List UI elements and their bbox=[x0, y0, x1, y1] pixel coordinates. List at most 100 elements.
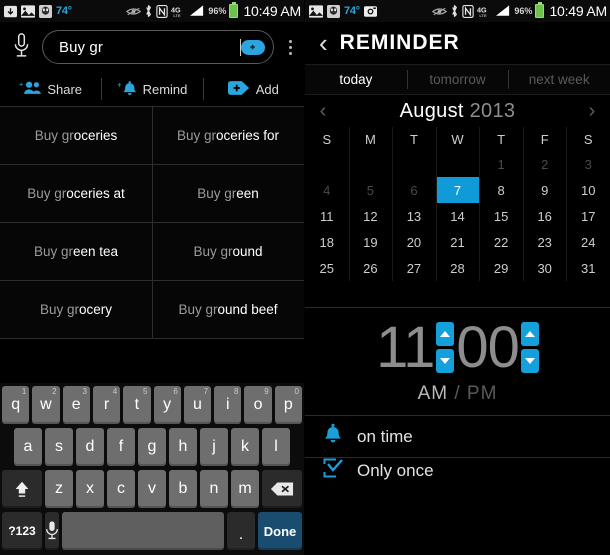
calendar-day[interactable]: 12 bbox=[348, 203, 393, 229]
calendar-day[interactable]: 4 bbox=[305, 177, 349, 203]
keyboard-mic-key[interactable] bbox=[45, 512, 59, 550]
symbols-key[interactable]: ?123 bbox=[2, 512, 42, 550]
calendar-day[interactable]: 27 bbox=[392, 255, 436, 281]
calendar-day[interactable]: 10 bbox=[566, 177, 610, 203]
next-month-icon[interactable]: › bbox=[584, 100, 600, 123]
calendar-day[interactable]: 25 bbox=[305, 255, 349, 281]
suggestion-prefix: Buy gr bbox=[33, 244, 73, 259]
suggestion-item[interactable]: Buy green tea bbox=[0, 223, 152, 280]
minute-decrement-icon[interactable] bbox=[520, 349, 539, 373]
calendar-day[interactable]: 29 bbox=[479, 255, 523, 281]
suggestion-item[interactable]: Buy groceries at bbox=[0, 165, 152, 222]
calendar-day[interactable]: 22 bbox=[479, 229, 523, 255]
suggestion-item[interactable]: Buy green bbox=[152, 165, 304, 222]
done-key[interactable]: Done bbox=[258, 512, 302, 550]
ampm-toggle[interactable]: AM / PM bbox=[418, 383, 498, 405]
calendar-week-row: 1 2 3 bbox=[305, 151, 610, 177]
key-s[interactable]: s bbox=[45, 428, 73, 466]
tab-today[interactable]: today bbox=[305, 65, 407, 94]
key-f[interactable]: f bbox=[107, 428, 135, 466]
calendar-day[interactable]: 18 bbox=[305, 229, 349, 255]
period-key[interactable]: . bbox=[227, 512, 255, 550]
key-j[interactable]: j bbox=[200, 428, 228, 466]
suggestion-item[interactable]: Buy groceries for bbox=[152, 107, 304, 164]
calendar-day-selected[interactable]: 7 bbox=[435, 177, 480, 203]
back-chevron-icon[interactable]: ‹ bbox=[319, 30, 328, 56]
tab-next-week[interactable]: next week bbox=[508, 65, 610, 94]
hour-decrement-icon[interactable] bbox=[436, 349, 455, 373]
calendar-day[interactable]: 8 bbox=[479, 177, 523, 203]
suggestion-item[interactable]: Buy ground beef bbox=[152, 281, 304, 338]
calendar-day[interactable]: 17 bbox=[566, 203, 610, 229]
suggestion-item[interactable]: Buy grocery bbox=[0, 281, 152, 338]
calendar-day[interactable]: 5 bbox=[348, 177, 393, 203]
calendar-day[interactable]: 23 bbox=[522, 229, 567, 255]
overflow-menu-icon[interactable] bbox=[282, 30, 298, 64]
calendar-day[interactable]: 19 bbox=[348, 229, 393, 255]
calendar-day[interactable]: 24 bbox=[566, 229, 610, 255]
calendar-week-row: 25 26 27 28 29 30 31 bbox=[305, 255, 610, 281]
pm-label[interactable]: PM bbox=[467, 383, 498, 404]
key-i[interactable]: 8i bbox=[214, 386, 242, 424]
key-y[interactable]: 6y bbox=[153, 386, 181, 424]
share-button[interactable]: + Share bbox=[0, 72, 101, 106]
key-n[interactable]: n bbox=[200, 470, 228, 508]
calendar-day[interactable]: 9 bbox=[522, 177, 567, 203]
space-key[interactable] bbox=[62, 512, 224, 550]
calendar-day[interactable]: 11 bbox=[305, 203, 349, 229]
key-a[interactable]: a bbox=[14, 428, 42, 466]
key-e[interactable]: 3e bbox=[62, 386, 90, 424]
am-label[interactable]: AM bbox=[418, 383, 449, 404]
option-row-only-once[interactable]: Only once bbox=[305, 457, 610, 483]
calendar-day[interactable]: 13 bbox=[392, 203, 436, 229]
add-pill-icon[interactable] bbox=[241, 39, 265, 55]
calendar-day[interactable]: 14 bbox=[435, 203, 480, 229]
key-l[interactable]: l bbox=[262, 428, 290, 466]
shift-key[interactable] bbox=[2, 470, 42, 508]
key-z[interactable]: z bbox=[45, 470, 73, 508]
calendar-day[interactable]: 6 bbox=[392, 177, 436, 203]
key-o[interactable]: 9o bbox=[244, 386, 272, 424]
calendar-day[interactable]: 30 bbox=[522, 255, 567, 281]
key-c[interactable]: c bbox=[107, 470, 135, 508]
key-v[interactable]: v bbox=[138, 470, 166, 508]
key-h[interactable]: h bbox=[169, 428, 197, 466]
key-d[interactable]: d bbox=[76, 428, 104, 466]
key-u[interactable]: 7u bbox=[183, 386, 212, 424]
calendar-day[interactable]: 2 bbox=[522, 151, 567, 177]
suggestion-item[interactable]: Buy ground bbox=[152, 223, 304, 280]
key-w[interactable]: 2w bbox=[32, 386, 60, 424]
option-row-on-time[interactable]: on time bbox=[305, 415, 610, 457]
key-x[interactable]: x bbox=[76, 470, 104, 508]
calendar-day[interactable]: 16 bbox=[522, 203, 567, 229]
calendar-day[interactable]: 26 bbox=[348, 255, 393, 281]
remind-button[interactable]: + Remind bbox=[101, 72, 202, 106]
calendar-day[interactable]: 21 bbox=[435, 229, 480, 255]
key-m[interactable]: m bbox=[231, 470, 259, 508]
key-q[interactable]: 1q bbox=[2, 386, 30, 424]
calendar-day[interactable]: 3 bbox=[566, 151, 610, 177]
key-g[interactable]: g bbox=[138, 428, 166, 466]
key-b[interactable]: b bbox=[169, 470, 197, 508]
key-k[interactable]: k bbox=[231, 428, 259, 466]
calendar-day[interactable]: 28 bbox=[435, 255, 480, 281]
calendar-day[interactable]: 31 bbox=[566, 255, 610, 281]
calendar-day[interactable]: 15 bbox=[479, 203, 523, 229]
voice-search-button[interactable] bbox=[8, 33, 34, 61]
search-input[interactable]: Buy gr bbox=[42, 30, 274, 64]
backspace-key[interactable] bbox=[262, 470, 302, 508]
key-p[interactable]: 0p bbox=[274, 386, 302, 424]
tab-tomorrow[interactable]: tomorrow bbox=[406, 65, 509, 94]
suggestion-item[interactable]: Buy groceries bbox=[0, 107, 152, 164]
hour-increment-icon[interactable] bbox=[436, 322, 455, 346]
calendar-day[interactable]: 20 bbox=[392, 229, 436, 255]
prev-month-icon[interactable]: ‹ bbox=[315, 100, 331, 123]
key-r[interactable]: 4r bbox=[92, 386, 121, 424]
minute-increment-icon[interactable] bbox=[520, 322, 539, 346]
add-button[interactable]: Add bbox=[202, 72, 304, 106]
calendar-day[interactable]: 1 bbox=[479, 151, 523, 177]
key-t[interactable]: 5t bbox=[123, 386, 151, 424]
suggestion-completion: ocery bbox=[79, 302, 113, 317]
svg-text:+: + bbox=[19, 80, 23, 89]
key-label: o bbox=[253, 396, 263, 413]
